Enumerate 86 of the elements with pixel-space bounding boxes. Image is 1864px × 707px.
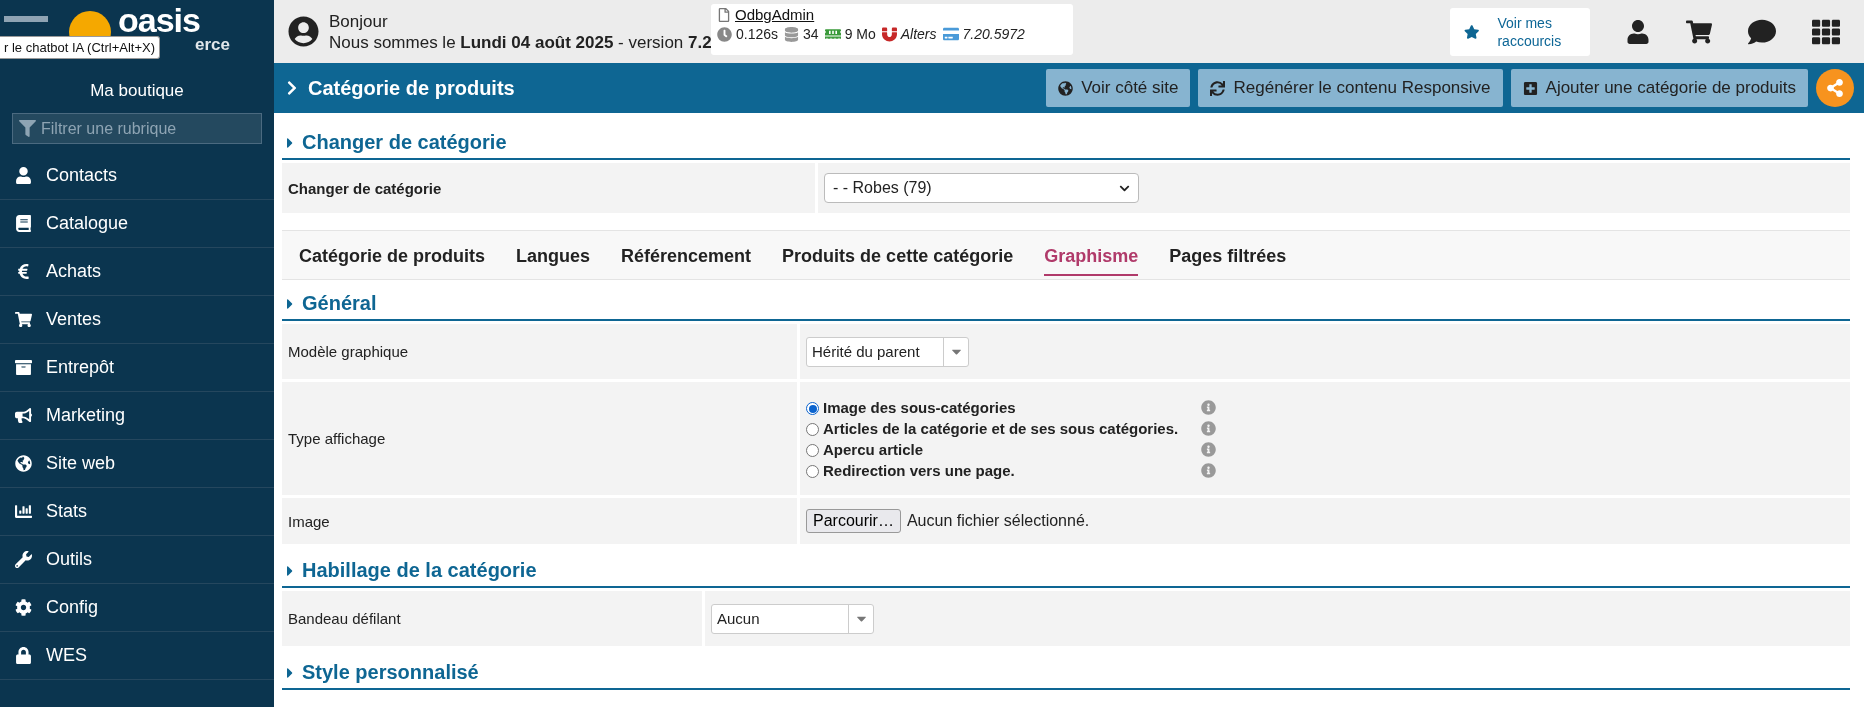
user-icon[interactable] — [1626, 19, 1650, 44]
section-heading: Habillage de la catégorie — [282, 547, 1850, 588]
share-icon — [1826, 79, 1844, 97]
debug-user-link[interactable]: OdbgAdmin — [735, 6, 815, 23]
sidebar-item[interactable]: Entrepôt — [0, 344, 274, 392]
sidebar-item[interactable]: Site web — [0, 440, 274, 488]
radio-button[interactable] — [806, 423, 819, 436]
radio-label: Image des sous-catégories — [823, 398, 1017, 416]
bar-chart-icon — [14, 503, 32, 520]
wrench-icon — [14, 551, 32, 568]
sidebar-item[interactable]: Config — [0, 584, 274, 632]
radio-label: Apercu article — [823, 440, 925, 458]
chat-icon[interactable] — [1748, 17, 1776, 46]
refresh-icon — [1210, 80, 1226, 96]
section-heading: Général — [282, 280, 1850, 321]
tab[interactable]: Produits de cette catégorie — [782, 234, 1014, 276]
apps-grid-icon[interactable] — [1812, 17, 1840, 46]
toolbar-button[interactable]: Voir côté site — [1046, 69, 1191, 107]
sidebar-item[interactable]: Contacts — [0, 152, 274, 200]
settings-icon — [14, 599, 32, 616]
toolbar-button[interactable]: Regénérer le contenu Responsive — [1198, 69, 1503, 107]
tab[interactable]: Graphisme — [1044, 234, 1139, 276]
filter-field[interactable]: Filtrer une rubrique — [12, 113, 262, 144]
card-icon — [942, 26, 959, 42]
section-heading: Style personnalisé — [282, 649, 1850, 690]
page-title: Catégorie de produits — [284, 76, 515, 100]
cart-icon — [14, 311, 32, 328]
select-field[interactable]: Aucun — [711, 603, 874, 634]
lock-icon — [14, 647, 32, 664]
file-status: Aucun fichier sélectionné. — [906, 512, 1090, 530]
radio-button[interactable] — [806, 444, 819, 457]
tab[interactable]: Langues — [516, 234, 591, 276]
date-line: Nous sommes le Lundi 04 août 2025 - version 7.2 — [329, 31, 712, 53]
person-icon — [14, 167, 32, 184]
field-label: Type affichage — [282, 382, 797, 495]
info-icon[interactable] — [1201, 462, 1216, 478]
debug-queries: 34 — [803, 26, 819, 42]
radio-label: Articles de la catégorie et de ses sous catégories. — [823, 419, 1180, 437]
memory-icon — [824, 26, 841, 42]
megaphone-icon — [14, 407, 32, 424]
debug-alters: Alters — [900, 26, 937, 42]
globe-icon — [14, 455, 32, 472]
archive-icon — [14, 359, 32, 376]
field-label: Image — [282, 498, 797, 544]
info-icon[interactable] — [1201, 399, 1216, 415]
sidebar-item[interactable]: Marketing — [0, 392, 274, 440]
sidebar-item[interactable]: Catalogue — [0, 200, 274, 248]
debug-time: 0.126s — [736, 26, 779, 42]
sidebar-item[interactable]: Stats — [0, 488, 274, 536]
sidebar-item[interactable]: Achats — [0, 248, 274, 296]
share-button[interactable] — [1816, 69, 1854, 107]
tab[interactable]: Pages filtrées — [1169, 234, 1287, 276]
sidebar-item[interactable]: Outils — [0, 536, 274, 584]
radio-button[interactable] — [806, 402, 819, 415]
info-icon[interactable] — [1201, 441, 1216, 457]
toolbar-button[interactable]: Ajouter une catégorie de produits — [1510, 69, 1808, 107]
category-select[interactable]: - - Robes (79) — [824, 173, 1139, 203]
book-icon — [14, 215, 32, 232]
select-field[interactable]: Hérité du parent — [806, 336, 969, 367]
debug-version: 7.20.5972 — [962, 26, 1025, 42]
field-label: Modèle graphique — [282, 324, 797, 379]
database-icon — [784, 26, 800, 42]
plus-icon — [1522, 80, 1538, 96]
field-label: Bandeau défilant — [282, 591, 702, 646]
cart-icon[interactable] — [1686, 18, 1712, 45]
shortcuts-button[interactable]: Voir mes raccourcis — [1450, 7, 1590, 56]
radio-button[interactable] — [806, 465, 819, 478]
sidebar-item[interactable]: WES — [0, 632, 274, 680]
filter-icon — [19, 120, 36, 137]
field-label: Changer de catégorie — [282, 163, 815, 213]
file-icon — [717, 7, 731, 22]
tab[interactable]: Catégorie de produits — [299, 234, 486, 276]
globe-icon — [1058, 80, 1074, 96]
clock-icon — [717, 26, 732, 42]
browse-button[interactable]: Parcourir… — [806, 509, 901, 533]
greeting: Bonjour — [329, 10, 389, 32]
magnet-icon — [881, 26, 897, 42]
tab[interactable]: Référencement — [621, 234, 752, 276]
info-icon[interactable] — [1201, 420, 1216, 436]
shop-name: Ma boutique — [89, 80, 185, 102]
tooltip: r le chatbot IA (Ctrl+Alt+X) — [0, 36, 160, 59]
avatar-icon[interactable] — [288, 16, 319, 47]
sidebar-item[interactable]: Ventes — [0, 296, 274, 344]
debug-memory: 9 Mo — [844, 26, 876, 42]
radio-label: Redirection vers une page. — [823, 461, 1016, 479]
section-heading: Changer de catégorie — [282, 119, 1850, 160]
